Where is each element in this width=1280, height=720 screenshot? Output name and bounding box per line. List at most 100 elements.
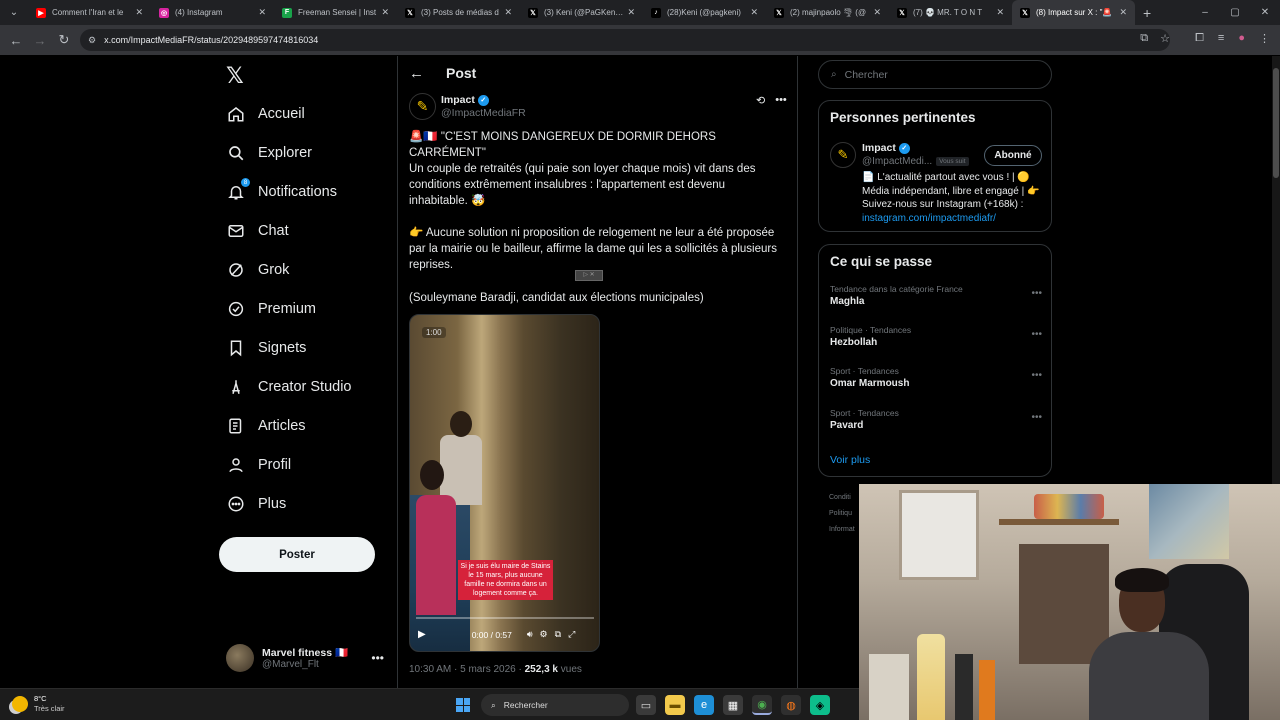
close-tab-icon[interactable]: ✕: [504, 7, 512, 18]
post-more-icon[interactable]: •••: [775, 94, 787, 107]
see-more-link[interactable]: Voir plus: [830, 454, 870, 466]
video-progress-bar[interactable]: [416, 617, 594, 619]
close-tab-icon[interactable]: ✕: [258, 7, 266, 18]
trend-item[interactable]: Sport · Tendances Pavard •••: [830, 408, 1042, 431]
bookmark-star-icon[interactable]: ☆: [1160, 32, 1170, 45]
media-controls-icon[interactable]: ≡: [1218, 32, 1224, 45]
sidebar-item-signets[interactable]: Signets: [226, 334, 306, 362]
task-view-icon[interactable]: ▭: [636, 695, 656, 715]
browser-tab[interactable]: 𝕏 (3) Keni (@PaGKeni) / ✕: [520, 0, 643, 25]
fullscreen-icon[interactable]: ⤢: [568, 629, 575, 640]
sidebar-item-premium[interactable]: Premium: [226, 295, 316, 323]
browser-tab[interactable]: 𝕏 (2) majinpaolo 🌪 (@ ✕: [766, 0, 889, 25]
chrome-icon[interactable]: ◉: [752, 695, 772, 715]
search-icon: ⌕: [831, 69, 837, 80]
close-tab-icon[interactable]: ✕: [627, 7, 635, 18]
x-logo-icon[interactable]: 𝕏: [226, 64, 244, 89]
sidebar-item-grok[interactable]: Grok: [226, 256, 289, 284]
author-avatar[interactable]: ✎: [409, 93, 436, 120]
firefox-icon[interactable]: ◍: [781, 695, 801, 715]
tab-search-menu-icon[interactable]: ⌄: [0, 0, 28, 25]
sidebar-item-profil[interactable]: Profil: [226, 451, 291, 479]
store-icon[interactable]: ▦: [723, 695, 743, 715]
footer-link[interactable]: Conditi: [829, 490, 855, 506]
chrome-menu-icon[interactable]: ⋮: [1259, 32, 1270, 45]
browser-tab[interactable]: 𝕏 (3) Posts de médias d ✕: [397, 0, 520, 25]
weather-desc: Très clair: [34, 704, 65, 713]
close-tab-icon[interactable]: ✕: [996, 7, 1004, 18]
new-tab-button[interactable]: +: [1143, 5, 1151, 21]
footer-link[interactable]: Politiqu: [829, 506, 855, 522]
taskbar-search-label: Rechercher: [503, 700, 548, 710]
pip-icon[interactable]: ⧉: [555, 629, 561, 640]
profile-icon[interactable]: ●: [1238, 32, 1245, 45]
play-icon[interactable]: ▶: [418, 629, 426, 640]
browser-tab[interactable]: ▶ Comment l'Iran et le ✕: [28, 0, 151, 25]
post-button[interactable]: Poster: [219, 537, 375, 572]
weather-widget[interactable]: 8°C Très clair: [12, 694, 65, 714]
edge-icon[interactable]: e: [694, 695, 714, 715]
volume-icon[interactable]: 🔊︎: [527, 629, 533, 640]
sidebar-item-accueil[interactable]: Accueil: [226, 100, 305, 128]
trend-more-icon[interactable]: •••: [1031, 412, 1042, 423]
browser-tab[interactable]: F Freeman Sensei | Inst ✕: [274, 0, 397, 25]
column-divider: [397, 56, 398, 688]
tab-title: (3) Posts de médias d: [421, 8, 499, 17]
reload-icon[interactable]: ↻: [52, 32, 76, 48]
relevant-avatar[interactable]: ✎: [830, 142, 856, 168]
trend-more-icon[interactable]: •••: [1031, 288, 1042, 299]
close-tab-icon[interactable]: ✕: [381, 7, 389, 18]
relevant-handle[interactable]: @ImpactMedi...: [862, 156, 932, 167]
back-icon[interactable]: ←: [4, 33, 28, 48]
relevant-name: Impact: [862, 142, 896, 154]
trend-more-icon[interactable]: •••: [1031, 329, 1042, 340]
trend-item[interactable]: Tendance dans la catégorie France Maghla •…: [830, 284, 1042, 307]
video-player[interactable]: 1:00 Si je suis élu maire de Stains le 1…: [409, 314, 600, 652]
browser-tab[interactable]: 𝕏 (7) 💀 MR. T O N T ✕: [889, 0, 1012, 25]
mini-ad-icon[interactable]: ▷ ✕: [575, 270, 603, 281]
following-button[interactable]: Abonné: [984, 145, 1042, 166]
browser-tab[interactable]: 𝕏 (8) Impact sur X : "🚨 ✕: [1012, 0, 1135, 25]
sidebar-item-explorer[interactable]: Explorer: [226, 139, 312, 167]
trend-more-icon[interactable]: •••: [1031, 370, 1042, 381]
sidebar-item-plus[interactable]: Plus: [226, 490, 286, 518]
bio-link[interactable]: instagram.com/impactmediafr/: [862, 213, 996, 224]
sidebar-item-creator-studio[interactable]: Creator Studio: [226, 373, 352, 401]
close-tab-icon[interactable]: ✕: [750, 7, 758, 18]
app-icon[interactable]: ◈: [810, 695, 830, 715]
relevant-name-row[interactable]: Impact ✓: [862, 142, 910, 154]
footer-link[interactable]: Informat: [829, 522, 855, 538]
back-arrow-icon[interactable]: ←: [409, 65, 424, 82]
trend-item[interactable]: Politique · Tendances Hezbollah •••: [830, 325, 1042, 348]
site-info-icon[interactable]: ⚙: [88, 35, 96, 46]
sidebar-item-notifications[interactable]: 8 Notifications: [226, 178, 337, 206]
author-handle[interactable]: @ImpactMediaFR: [441, 107, 526, 119]
close-tab-icon[interactable]: ✕: [135, 7, 143, 18]
browser-tab[interactable]: ♪ (28)Keni (@pagkeni) ✕: [643, 0, 766, 25]
settings-icon[interactable]: ⚙: [540, 629, 548, 640]
post-date[interactable]: 10:30 AM · 5 mars 2026 ·: [409, 664, 525, 675]
maximize-icon[interactable]: ▢: [1220, 7, 1250, 18]
forward-icon[interactable]: →: [28, 33, 52, 48]
url-bar[interactable]: ⚙ x.com/ImpactMediaFR/status/20294895974…: [80, 29, 1170, 51]
close-tab-icon[interactable]: ✕: [873, 7, 881, 18]
taskbar-search[interactable]: ⌕ Rechercher: [481, 694, 629, 716]
file-explorer-icon[interactable]: ▬: [665, 695, 685, 715]
post-meta: 10:30 AM · 5 mars 2026 · 252,3 k vues: [409, 664, 582, 675]
account-switcher[interactable]: Marvel fitness 🇫🇷 @Marvel_Flt •••: [226, 642, 386, 674]
trend-item[interactable]: Sport · Tendances Omar Marmoush •••: [830, 366, 1042, 389]
scrollbar-thumb[interactable]: [1273, 68, 1279, 178]
browser-tab[interactable]: ◎ (4) Instagram ✕: [151, 0, 274, 25]
sidebar-item-articles[interactable]: Articles: [226, 412, 306, 440]
close-tab-icon[interactable]: ✕: [1119, 7, 1127, 18]
sidebar-item-chat[interactable]: Chat: [226, 217, 289, 245]
install-app-icon[interactable]: ⧉: [1140, 32, 1148, 45]
more-icon[interactable]: •••: [371, 651, 384, 665]
search-input[interactable]: ⌕ Chercher: [818, 60, 1052, 89]
close-window-icon[interactable]: ✕: [1250, 7, 1280, 18]
extensions-icon[interactable]: ⧠: [1195, 32, 1204, 45]
windows-start-icon[interactable]: [456, 698, 470, 712]
minimize-icon[interactable]: –: [1190, 7, 1220, 18]
grok-explain-icon[interactable]: ⟲: [756, 94, 765, 107]
author-name-row[interactable]: Impact ✓: [441, 94, 489, 106]
